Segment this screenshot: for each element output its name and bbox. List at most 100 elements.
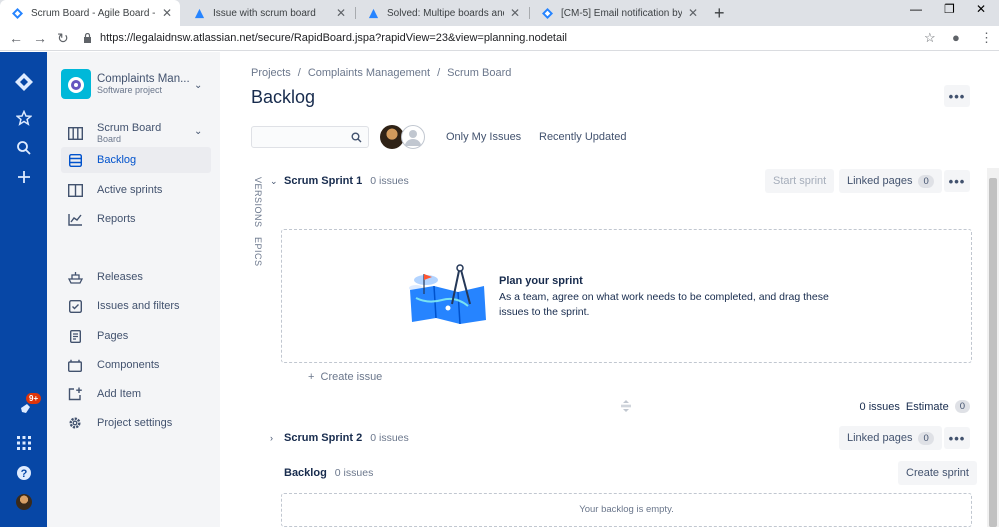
browser-tab-title: Solved: Multipe boards and boa xyxy=(387,7,504,19)
sidebar-item-label: Project settings xyxy=(97,417,173,429)
linked-pages-button-sprint-1[interactable]: Linked pages 0 xyxy=(839,169,942,193)
project-chevron-down-icon[interactable]: ⌄ xyxy=(194,80,202,91)
browser-toolbar: ← → ↻ https://legalaidnsw.atlassian.net/… xyxy=(0,26,999,51)
versions-tab[interactable]: VERSIONS xyxy=(253,177,263,228)
browser-tab-issue[interactable]: Issue with scrum board ✕ xyxy=(182,0,354,26)
ship-icon xyxy=(67,269,83,285)
jira-favicon-icon xyxy=(542,7,553,19)
svg-text:?: ? xyxy=(20,468,27,480)
scrollbar-thumb[interactable] xyxy=(989,178,997,527)
component-icon xyxy=(67,357,83,373)
notifications-icon[interactable] xyxy=(0,402,47,418)
unassigned-avatar-filter[interactable] xyxy=(401,125,425,149)
project-avatar xyxy=(61,69,91,99)
active-sprints-icon xyxy=(67,182,83,198)
breadcrumb-projects[interactable]: Projects xyxy=(251,67,291,79)
sidebar-item-label: Issues and filters xyxy=(97,300,180,312)
browser-tab-title: Scrum Board - Agile Board - Jira xyxy=(31,7,156,19)
project-header[interactable]: Complaints Man... Software project xyxy=(61,69,190,99)
minimize-icon[interactable]: — xyxy=(910,2,922,16)
page-icon xyxy=(67,328,83,344)
breadcrumb-project[interactable]: Complaints Management xyxy=(308,67,430,79)
back-icon[interactable]: ← xyxy=(9,30,23,46)
bookmark-star-icon[interactable]: ☆ xyxy=(924,30,936,46)
page-more-button[interactable]: ••• xyxy=(944,85,970,107)
project-sidebar: Complaints Man... Software project ⌄ Scr… xyxy=(47,52,220,527)
plan-sprint-description: As a team, agree on what work needs to b… xyxy=(499,291,829,318)
sidebar-item-issues-and-filters[interactable]: Issues and filters xyxy=(61,293,211,319)
linked-pages-count: 0 xyxy=(918,174,934,188)
sprint-2-count: 0 issues xyxy=(370,432,409,444)
sidebar-board-label: Scrum Board xyxy=(97,122,162,134)
issues-icon xyxy=(67,298,83,314)
user-avatar[interactable] xyxy=(0,494,47,510)
sidebar-item-backlog[interactable]: Backlog xyxy=(61,147,211,173)
breadcrumb-board[interactable]: Scrum Board xyxy=(447,67,511,79)
app-switcher-icon[interactable] xyxy=(0,436,47,450)
browser-tab-title: [CM-5] Email notification by CCS xyxy=(561,7,682,19)
search-icon[interactable] xyxy=(0,140,47,156)
sidebar-item-scrum-board[interactable]: Scrum Board Board xyxy=(61,118,211,148)
sidebar-item-releases[interactable]: Releases xyxy=(61,264,211,290)
sidebar-item-project-settings[interactable]: Project settings xyxy=(61,410,211,436)
resize-handle-icon[interactable] xyxy=(620,400,632,412)
create-icon[interactable] xyxy=(0,169,47,185)
person-icon xyxy=(405,130,421,146)
starred-icon[interactable] xyxy=(0,110,47,126)
create-issue-link[interactable]: + Create issue xyxy=(308,371,382,383)
filter-only-my-issues[interactable]: Only My Issues xyxy=(446,131,521,143)
browser-tab-title: Issue with scrum board xyxy=(213,7,316,19)
backlog-count: 0 issues xyxy=(334,467,374,479)
restore-icon[interactable]: ❐ xyxy=(944,2,955,16)
sidebar-item-add-item[interactable]: Add Item xyxy=(61,381,211,407)
url-text: https://legalaidnsw.atlassian.net/secure… xyxy=(100,32,567,44)
sidebar-item-active-sprints[interactable]: Active sprints xyxy=(61,177,211,203)
main-content: Projects / Complaints Management / Scrum Boa… xyxy=(220,52,999,527)
backlog-dropzone[interactable]: Your backlog is empty. xyxy=(281,493,972,527)
window-close-icon[interactable]: ✕ xyxy=(976,2,986,16)
main-scrollbar[interactable] xyxy=(987,168,999,527)
sidebar-item-label: Active sprints xyxy=(97,184,163,196)
sidebar-item-pages[interactable]: Pages xyxy=(61,323,211,349)
sprint-1-more-button[interactable]: ••• xyxy=(944,170,970,192)
close-tab-icon[interactable]: ✕ xyxy=(688,6,698,20)
close-tab-icon[interactable]: ✕ xyxy=(336,6,346,20)
start-sprint-button[interactable]: Start sprint xyxy=(765,169,835,193)
jira-logo-icon[interactable] xyxy=(0,72,47,92)
search-icon xyxy=(351,132,362,143)
sprint-2-more-button[interactable]: ••• xyxy=(944,427,970,449)
search-input[interactable] xyxy=(251,126,369,148)
sprint-1-header[interactable]: ⌄ Scrum Sprint 1 0 issues xyxy=(270,175,409,187)
help-icon[interactable]: ? xyxy=(0,465,47,481)
browser-tab-scrum-board[interactable]: Scrum Board - Agile Board - Jira ✕ xyxy=(0,0,180,26)
browser-menu-icon[interactable]: ⋮ xyxy=(980,30,993,46)
board-chevron-down-icon[interactable]: ⌄ xyxy=(194,126,202,137)
close-tab-icon[interactable]: ✕ xyxy=(510,6,520,20)
profile-icon[interactable]: ● xyxy=(952,30,960,45)
plus-icon: + xyxy=(308,371,321,383)
expand-chevron-icon[interactable]: › xyxy=(270,433,284,443)
address-bar[interactable]: https://legalaidnsw.atlassian.net/secure… xyxy=(79,28,944,48)
sprint-1-dropzone[interactable]: Plan your sprint As a team, agree on wha… xyxy=(281,229,972,363)
new-tab-icon[interactable]: + xyxy=(714,3,725,24)
close-tab-icon[interactable]: ✕ xyxy=(162,6,172,20)
notification-badge: 9+ xyxy=(26,393,42,404)
browser-tab-cm5[interactable]: [CM-5] Email notification by CCS ✕ xyxy=(530,0,706,26)
lock-icon xyxy=(84,33,91,43)
sprint-2-name: Scrum Sprint 2 xyxy=(284,432,363,444)
reports-icon xyxy=(67,211,83,227)
reload-icon[interactable]: ↻ xyxy=(57,30,69,47)
collapse-chevron-icon[interactable]: ⌄ xyxy=(270,176,284,187)
atlassian-favicon-icon xyxy=(368,8,379,18)
sidebar-item-label: Backlog xyxy=(97,154,137,166)
forward-icon[interactable]: → xyxy=(33,30,47,46)
filter-recently-updated[interactable]: Recently Updated xyxy=(539,131,626,143)
linked-pages-button-sprint-2[interactable]: Linked pages 0 xyxy=(839,426,942,450)
sidebar-item-reports[interactable]: Reports xyxy=(61,206,211,232)
sidebar-item-components[interactable]: Components xyxy=(61,352,211,378)
create-sprint-button[interactable]: Create sprint xyxy=(898,461,977,485)
page-title: Backlog xyxy=(251,87,316,107)
sprint-2-header[interactable]: › Scrum Sprint 2 0 issues xyxy=(270,432,409,444)
browser-tab-solved[interactable]: Solved: Multipe boards and boa ✕ xyxy=(356,0,528,26)
epics-tab[interactable]: EPICS xyxy=(253,237,263,267)
